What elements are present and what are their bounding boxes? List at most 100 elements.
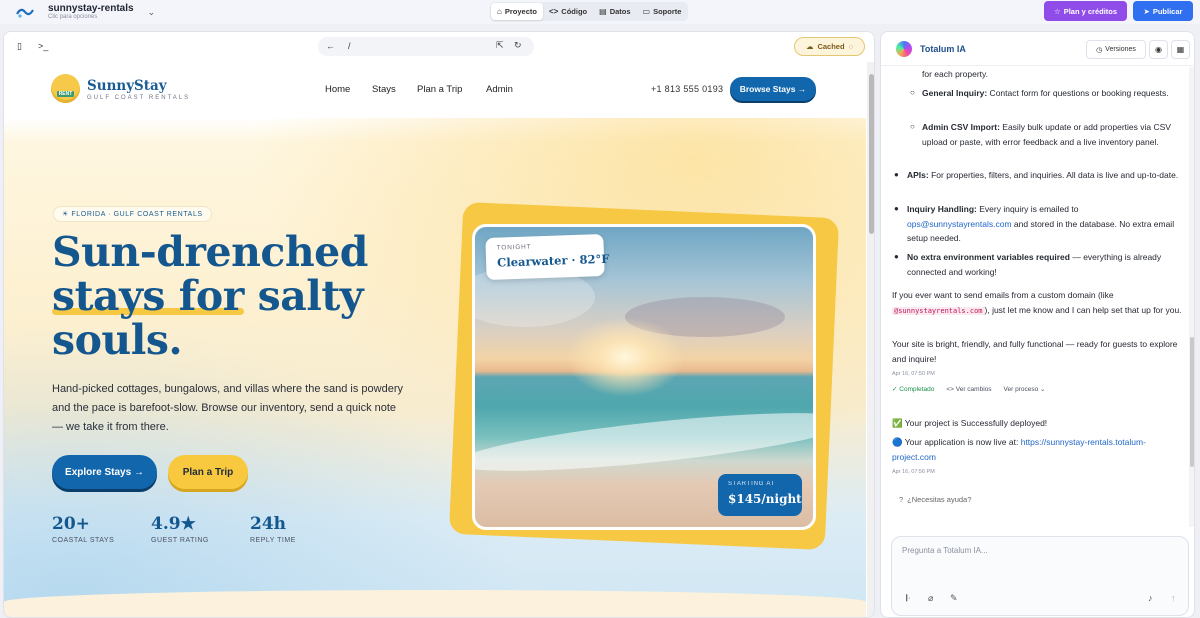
mobile-icon[interactable]: ▯ [17, 41, 22, 52]
help-circle-icon: ? [899, 495, 904, 504]
scroll-thumb[interactable] [1190, 337, 1194, 467]
message-text: 🔵 Your application is now live at: [892, 437, 1021, 447]
microphone-icon[interactable]: ♪ [1148, 593, 1153, 603]
chat-title: Totalum IA [920, 44, 966, 54]
chat-input[interactable]: Pregunta a Totalum IA... 𝄆 ⌀ ✎ ♪ ↑ [891, 536, 1189, 616]
github-icon[interactable]: ◉ [1149, 40, 1168, 59]
message-actions: ✓ Completado <> Ver cambios Ver proceso … [892, 383, 1045, 398]
message-text: ), just let me know and I can help set t… [984, 304, 1182, 315]
tab-label: Código [561, 7, 588, 16]
view-changes-label: Ver cambios [955, 386, 992, 393]
preview-toolbar: ▯ >_ ← / ⇱ ↻ ☁ Cached ◌ [4, 32, 874, 61]
stat-reply-time: 24h REPLY TIME [250, 514, 296, 544]
send-arrow-icon[interactable]: ↑ [1171, 593, 1176, 603]
message-deployed: ✅ Your project is Successfully deployed! [892, 418, 1048, 428]
chat-icon: ▭ [642, 7, 651, 16]
database-icon: ▤ [599, 7, 607, 16]
explore-stays-button[interactable]: Explore Stays → [52, 455, 157, 489]
bullet-dot: ● [894, 204, 899, 213]
headline-line-1: Sun-drenched [52, 228, 368, 276]
message-timestamp: Apr 16, 07:56 PM [892, 469, 935, 475]
nav-home[interactable]: Home [325, 84, 350, 95]
cached-badge[interactable]: ☁ Cached ◌ [794, 37, 865, 56]
stat-label: COASTAL STAYS [52, 537, 115, 544]
nav-admin[interactable]: Admin [486, 84, 513, 95]
preview-scrollbar[interactable] [867, 62, 874, 617]
bullet-no-env: ● No extra environment variables required… [892, 250, 1182, 279]
edit-icon[interactable]: ✎ [950, 593, 958, 604]
tab-soporte[interactable]: ▭ Soporte [637, 3, 688, 20]
tab-label: Datos [609, 7, 631, 16]
nav-stays[interactable]: Stays [372, 84, 396, 95]
terminal-icon[interactable]: >_ [38, 41, 48, 51]
clock-icon: ◷ [1096, 46, 1103, 54]
plan-trip-button[interactable]: Plan a Trip [168, 455, 248, 489]
inline-code: @sunnystayrentals.com [892, 306, 985, 315]
tab-label: Soporte [653, 7, 682, 16]
chat-header: Totalum IA ◷ Versiones ◉ ▦ [881, 32, 1194, 66]
stat-value: 24h [250, 514, 287, 534]
message-custom-domain: If you ever want to send emails from a c… [892, 288, 1182, 318]
bullet-general-inquiry: ○ General Inquiry: Contact form for quest… [892, 86, 1182, 101]
tab-proyecto[interactable]: ⌂ Proyecto [491, 3, 543, 20]
brand-name[interactable]: SunnyStay [87, 78, 167, 94]
send-icon: ➤ [1143, 6, 1150, 16]
open-external-icon[interactable]: ⇱ [496, 40, 504, 51]
view-process-button[interactable]: Ver proceso ⌄ [1004, 383, 1046, 398]
brand-logo[interactable]: RENT [51, 74, 80, 103]
stat-value: 4.9★ [151, 514, 196, 534]
bullet-dot: ○ [910, 88, 915, 97]
nav-plan-a-trip[interactable]: Plan a Trip [417, 84, 462, 95]
chat-input-placeholder: Pregunta a Totalum IA... [902, 546, 988, 555]
sand-wave [4, 590, 866, 617]
stat-label: REPLY TIME [250, 537, 296, 544]
ai-avatar [896, 41, 912, 57]
url-bar[interactable]: ← / ⇱ ↻ [318, 37, 534, 56]
stat-guest-rating: 4.9★ GUEST RATING [151, 514, 209, 544]
headline-line-3: souls. [52, 316, 183, 364]
bullet-bold: Admin CSV Import: [922, 122, 1000, 132]
chevron-down-icon[interactable]: ⌄ [148, 7, 156, 18]
url-path[interactable]: / [348, 41, 351, 51]
chat-scrollbar[interactable] [1189, 67, 1194, 527]
headline-highlight: stays for [52, 272, 244, 320]
template-icon[interactable]: 𝄆 [906, 593, 910, 604]
browse-stays-button[interactable]: Browse Stays → [730, 77, 816, 101]
back-arrow-icon[interactable]: ← [326, 41, 335, 51]
site-navbar: RENT SunnyStay GULF COAST RENTALS Home S… [4, 62, 866, 118]
badge-text: RENT [56, 91, 75, 97]
headline-line-2: stays for salty [52, 274, 368, 318]
location-pill: ☀ FLORIDA · GULF COAST RENTALS [53, 206, 212, 222]
price-card: STARTING AT $145/night [718, 474, 802, 516]
publish-button[interactable]: ➤ Publicar [1133, 1, 1193, 21]
headline-line-2-rest: salty [243, 272, 364, 320]
star-icon: ☆ [1053, 6, 1061, 16]
message-live: 🔵 Your application is now live at: https… [892, 435, 1182, 464]
versions-button[interactable]: ◷ Versiones [1086, 40, 1146, 59]
phone-link[interactable]: +1 813 555 0193 [651, 84, 723, 94]
help-link[interactable]: ? ¿Necesitas ayuda? [899, 495, 971, 504]
cached-label: Cached [817, 42, 845, 51]
publish-label: Publicar [1152, 6, 1183, 16]
bullet-admin-csv: ○ Admin CSV Import: Easily bulk update or… [892, 120, 1182, 149]
main-tabs: ⌂ Proyecto <> Código ▤ Datos ▭ Soporte [490, 2, 689, 21]
project-name: sunnystay-rentals [48, 3, 134, 14]
cloud-icon: ☁ [805, 42, 814, 51]
bullet-text: For properties, filters, and inquiries. … [928, 170, 1179, 180]
tab-codigo[interactable]: <> Código [543, 3, 593, 20]
scroll-thumb[interactable] [869, 74, 874, 234]
bullet-bold: APIs: [907, 170, 929, 180]
tab-datos[interactable]: ▤ Datos [593, 3, 636, 20]
view-changes-button[interactable]: <> Ver cambios [946, 383, 991, 398]
menu-grid-icon[interactable]: ▦ [1171, 40, 1190, 59]
bullet-dot: ○ [910, 122, 915, 131]
tab-label: Proyecto [504, 7, 537, 16]
plan-credits-button[interactable]: ☆ Plan y créditos [1044, 1, 1127, 21]
message-timestamp: Apr 16, 07:50 PM [892, 371, 935, 377]
home-icon: ⌂ [497, 7, 502, 16]
wave-logo-icon [16, 5, 34, 19]
paperclip-icon[interactable]: ⌀ [928, 593, 933, 604]
email-link[interactable]: ops@sunnystayrentals.com [907, 219, 1012, 229]
project-selector[interactable]: sunnystay-rentals Clic para opciones ⌄ [0, 3, 155, 21]
refresh-icon[interactable]: ↻ [514, 40, 522, 51]
